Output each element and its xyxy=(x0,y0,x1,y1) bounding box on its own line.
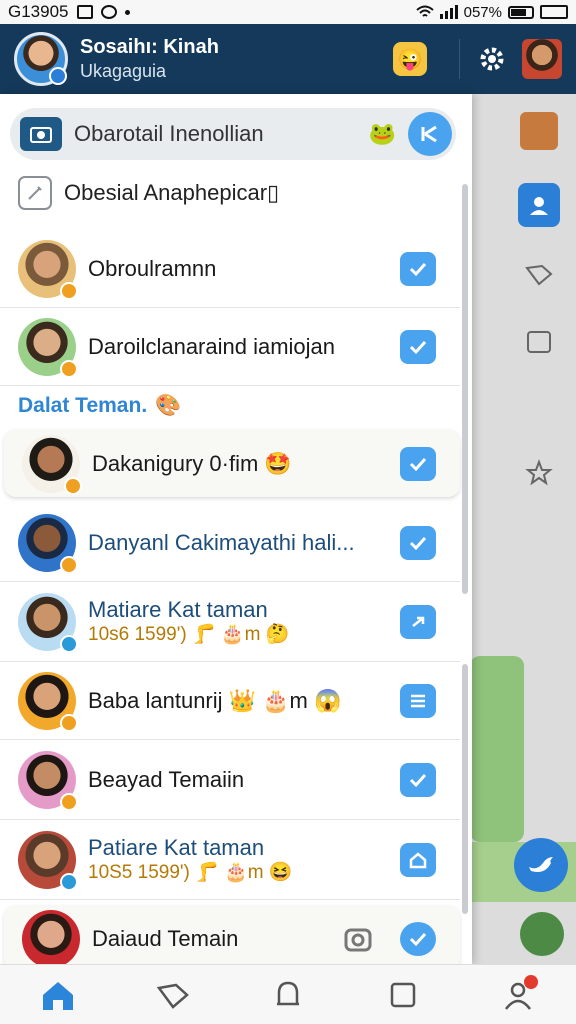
profile-subtitle: Ukagaguia xyxy=(80,61,167,82)
status-badge xyxy=(49,67,67,85)
emoji-sticker-icon[interactable]: 😜 xyxy=(393,42,427,76)
image-notification-icon xyxy=(76,5,93,19)
check-button[interactable] xyxy=(400,251,436,286)
contact-name: Danyanl Cakimayathi hali... xyxy=(88,529,355,555)
contact-drawer: Obarotail Inenollian 🐸 Obesial Anaphepic… xyxy=(0,94,472,964)
note-icon[interactable] xyxy=(518,320,560,362)
camera-icon[interactable] xyxy=(344,924,376,954)
contact-name: Dakanigury 0·fim 🤩 xyxy=(92,450,292,476)
status-badge xyxy=(64,476,82,495)
bag-icon[interactable] xyxy=(518,110,560,152)
check-button[interactable] xyxy=(400,921,436,956)
section-label-text: Dalat Teman. xyxy=(18,394,148,417)
contact-row[interactable]: Baba lantunrij 👑 🎂m 😱 xyxy=(0,662,460,740)
app-notification-icon xyxy=(100,5,117,19)
search-input[interactable]: Obarotail Inenollian xyxy=(74,121,264,147)
status-badge xyxy=(60,872,78,891)
profile-avatar[interactable] xyxy=(14,32,68,86)
edit-tool-icon xyxy=(18,176,52,210)
status-badge xyxy=(60,634,78,653)
tag-icon[interactable] xyxy=(149,971,197,1019)
contact-avatar xyxy=(18,239,78,300)
list-button[interactable] xyxy=(400,683,436,718)
battery-percent: 057% xyxy=(463,3,502,21)
status-badge xyxy=(60,555,78,574)
frog-emoji-icon[interactable]: 🐸 xyxy=(369,121,396,147)
contact-name: Daiaud Temain xyxy=(92,925,239,951)
scrollbar-lower[interactable] xyxy=(462,664,468,914)
contact-avatar xyxy=(18,671,78,732)
status-time: G13905 xyxy=(8,2,69,21)
status-badge xyxy=(60,713,78,732)
profile-icon[interactable] xyxy=(494,971,542,1019)
contact-avatar xyxy=(18,317,78,378)
battery-icon xyxy=(508,5,534,19)
contact-name: Patiare Kat taman xyxy=(88,834,265,860)
secondary-avatar[interactable] xyxy=(522,39,562,79)
contact-avatar xyxy=(22,434,82,495)
background-round-icon xyxy=(520,912,564,956)
contact-avatar xyxy=(22,909,80,964)
section-header-label: Obesial Anaphepicar▯ xyxy=(64,180,280,205)
star-icon[interactable] xyxy=(518,452,560,494)
battery-outline-icon xyxy=(540,5,568,19)
more-notifications-icon xyxy=(124,9,130,15)
contact-row[interactable]: Obroulramnn xyxy=(0,230,460,308)
contact-name: Matiare Kat taman xyxy=(88,596,268,622)
bell-icon[interactable] xyxy=(264,971,312,1019)
search-bar[interactable]: Obarotail Inenollian 🐸 xyxy=(10,108,456,160)
contact-name: Obroulramnn xyxy=(88,255,217,281)
contact-row[interactable]: Patiare Kat taman 10S5 1599') 🦵 🎂m 😆 xyxy=(0,820,460,900)
contact-row[interactable]: Beayad Temaiin xyxy=(0,740,460,820)
contact-avatar xyxy=(18,830,78,891)
square-icon[interactable] xyxy=(379,971,427,1019)
status-badge xyxy=(60,359,78,378)
contact-name: Beayad Temaiin xyxy=(88,766,245,792)
bird-fab-button[interactable] xyxy=(514,838,568,892)
section-header[interactable]: Obesial Anaphepicar▯ xyxy=(18,176,279,210)
contact-row[interactable]: Matiare Kat taman 10s6 1599') 🦵 🎂m 🤔 xyxy=(0,582,460,662)
check-button[interactable] xyxy=(400,446,436,481)
home-button[interactable] xyxy=(400,842,436,877)
background-green-panel xyxy=(470,656,524,842)
status-badge xyxy=(60,792,78,811)
search-action-button[interactable] xyxy=(408,112,452,156)
contact-avatar xyxy=(18,750,78,811)
section-label: Dalat Teman. 🎨 xyxy=(18,394,181,418)
home-icon[interactable] xyxy=(34,971,82,1019)
camera-icon[interactable] xyxy=(20,117,62,151)
app-header: Sosaihı: Kinah Ukagaguia 😜 xyxy=(0,24,576,94)
tag-icon[interactable] xyxy=(518,254,560,296)
status-bar: G13905 057% xyxy=(0,0,576,24)
header-divider xyxy=(459,39,460,79)
contact-row[interactable]: Daroilclanaraind iamiojan xyxy=(0,308,460,386)
contact-row[interactable]: Daiaud Temain xyxy=(4,906,460,964)
check-button[interactable] xyxy=(400,525,436,560)
palette-emoji-icon: 🎨 xyxy=(155,394,182,417)
scrollbar[interactable] xyxy=(462,184,468,594)
bottom-navigation xyxy=(0,964,576,1024)
check-button[interactable] xyxy=(400,329,436,364)
contact-meta: 10s6 1599') 🦵 🎂m 🤔 xyxy=(88,624,290,646)
status-badge xyxy=(60,281,78,300)
contact-meta: 10S5 1599') 🦵 🎂m 😆 xyxy=(88,862,293,884)
contact-card-icon[interactable] xyxy=(518,183,560,227)
signal-icon xyxy=(439,5,458,19)
contact-row[interactable]: Dakanigury 0·fim 🤩 xyxy=(4,430,460,498)
profile-name: Sosaihı: Kinah xyxy=(80,36,219,59)
notification-badge xyxy=(524,974,539,989)
contact-avatar xyxy=(18,513,78,574)
wifi-icon xyxy=(415,5,434,17)
contact-avatar xyxy=(18,592,78,653)
send-button[interactable] xyxy=(400,604,436,639)
contact-row[interactable]: Danyanl Cakimayathi hali... xyxy=(0,504,460,582)
check-button[interactable] xyxy=(400,762,436,797)
contact-name: Daroilclanaraind iamiojan xyxy=(88,333,336,359)
gear-icon[interactable] xyxy=(474,41,510,77)
contact-name: Baba lantunrij 👑 🎂m 😱 xyxy=(88,687,342,713)
